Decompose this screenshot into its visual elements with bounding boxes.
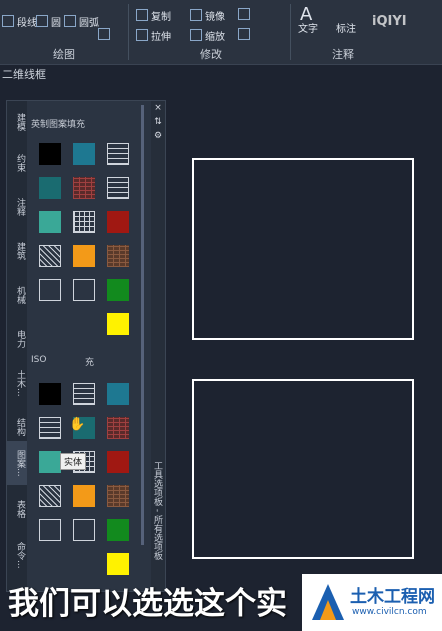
hatch-swatch-solid-light-teal[interactable] [39,211,61,233]
tab-modeling[interactable]: 建模 [7,105,27,139]
viewport-style-label[interactable]: 二维线框 [0,66,46,84]
copy-button[interactable]: 复制 [136,8,171,23]
draw-panel-label[interactable]: 绘图 [0,46,128,62]
tab-architectural[interactable]: 建筑 [7,231,27,271]
hatch-swatch-brown-brick[interactable] [107,485,129,507]
tab-hatches[interactable]: 图案... [7,441,27,485]
palette-titlebar[interactable]: × ⇅ ⚙ 工具选项板 - 所有选项板 [151,101,165,591]
hatch-swatch-dots[interactable] [39,519,61,541]
tab-tables[interactable]: 表格 [7,489,27,529]
section-title-imperial-hatch: 英制图案填充 [31,120,86,130]
fillet-icon [238,8,250,20]
modify-panel-label[interactable]: 修改 [132,46,290,62]
hatch-swatch-solid-teal[interactable] [73,143,95,165]
hatch-swatch-brick[interactable] [107,143,129,165]
site-logo: 土木工程网 www.civilcn.com [302,574,442,631]
dimension-button[interactable]: 标注 [336,20,356,35]
polyline-icon [2,15,14,27]
circle-icon [36,15,48,27]
ribbon-divider [128,4,129,60]
hatch-swatch-solid-orange[interactable] [73,245,95,267]
tooltip: 实体 [60,453,87,470]
hatch-swatch-hatch[interactable] [39,485,61,507]
tab-electrical[interactable]: 电力 [7,319,27,359]
tool-palette: 建模 约束 注释 建筑 机械 电力 土木... 结构 图案... 表格 命令..… [6,100,166,592]
hatch-swatch-solid-orange[interactable] [73,485,95,507]
tab-command[interactable]: 命令... [7,533,27,577]
hatch-swatch-solid-yellow[interactable] [107,313,129,335]
palette-tabs: 建模 约束 注释 建筑 机械 电力 土木... 结构 图案... 表格 命令..… [7,101,27,591]
hatch-swatch-solid-light-teal[interactable] [39,451,61,473]
video-watermark: iQIYI [372,14,407,29]
hatch-swatch-solid-red[interactable] [107,451,129,473]
section-title-iso: ISO [31,355,47,365]
copy-icon [136,9,148,21]
mirror-button[interactable]: 镜像 [190,8,225,23]
hatch-swatch-brick[interactable] [39,417,61,439]
modify-extra-button-2[interactable] [238,28,253,42]
section-title-iso-suffix: 充 [85,358,95,368]
hatch-swatch-hatch[interactable] [39,245,61,267]
video-subtitle: 我们可以选选这个实 [8,586,287,622]
annotate-panel-label[interactable]: 注释 [294,46,392,62]
arc-button[interactable]: 圆弧 [64,14,99,29]
hand-cursor-icon: ✋ [69,417,86,432]
polyline-button[interactable]: 段线 [2,14,37,29]
arc-icon [64,15,76,27]
rectangle-icon [98,28,110,40]
hatch-swatch-brick[interactable] [107,177,129,199]
hatch-swatch-red-brick[interactable] [73,177,95,199]
mirror-icon [190,9,202,21]
hatch-swatch-brick[interactable] [73,383,95,405]
hatch-swatch-solid-teal[interactable] [107,383,129,405]
tab-mechanical[interactable]: 机械 [7,275,27,315]
hatch-swatch-solid-green[interactable] [107,519,129,541]
hatch-swatch-solid-green[interactable] [107,279,129,301]
stretch-button[interactable]: 拉伸 [136,28,171,43]
close-icon[interactable]: × [153,103,163,113]
modify-panel: 复制 镜像 拉伸 缩放 修改 [132,0,290,64]
hatch-swatch-solid-yellow[interactable] [107,553,129,575]
circle-button[interactable]: 圆 [36,14,61,29]
hatch-swatch-dots[interactable] [73,519,95,541]
scale-button[interactable]: 缩放 [190,28,225,43]
hatch-swatch-red-brick[interactable] [107,417,129,439]
logo-mark-icon [312,584,344,620]
hatch-swatch-solid-red[interactable] [107,211,129,233]
gear-icon[interactable]: ⚙ [153,131,163,141]
logo-name: 土木工程网 [350,587,435,607]
rectangle-shape[interactable] [192,158,414,340]
logo-url: www.civilcn.com [352,607,427,617]
hatch-swatch-brown-brick[interactable] [107,245,129,267]
rectangle-shape[interactable] [192,379,414,559]
hatch-swatch-dots[interactable] [73,279,95,301]
palette-scrollbar[interactable] [141,105,144,545]
palette-content: 英制图案填充 ISO 充 [29,101,141,591]
annotate-panel: A 文字 标注 注释 [294,0,392,64]
hatch-swatch-grid[interactable] [73,211,95,233]
scale-icon [190,29,202,41]
ribbon-divider [290,4,291,60]
array-icon [238,28,250,40]
draw-panel: 段线 圆 圆弧 绘图 [0,0,128,64]
hatch-swatch-solid-black[interactable] [39,383,61,405]
hatch-swatch-solid-dark-teal[interactable] [39,177,61,199]
hatch-swatch-solid-black[interactable] [39,143,61,165]
modify-extra-button[interactable] [238,8,253,22]
rectangle-button[interactable] [98,28,113,42]
stretch-icon [136,29,148,41]
text-button[interactable]: 文字 [298,20,318,35]
tab-civil[interactable]: 土木... [7,363,27,403]
autohide-icon[interactable]: ⇅ [153,117,163,127]
hatch-swatch-dots[interactable] [39,279,61,301]
tab-constraints[interactable]: 约束 [7,143,27,183]
tab-annotation[interactable]: 注释 [7,187,27,227]
ribbon: 段线 圆 圆弧 绘图 复制 镜像 拉伸 缩放 修改 A 文字 标注 注释 iQI… [0,0,442,65]
palette-title: 工具选项板 - 所有选项板 [152,461,162,560]
